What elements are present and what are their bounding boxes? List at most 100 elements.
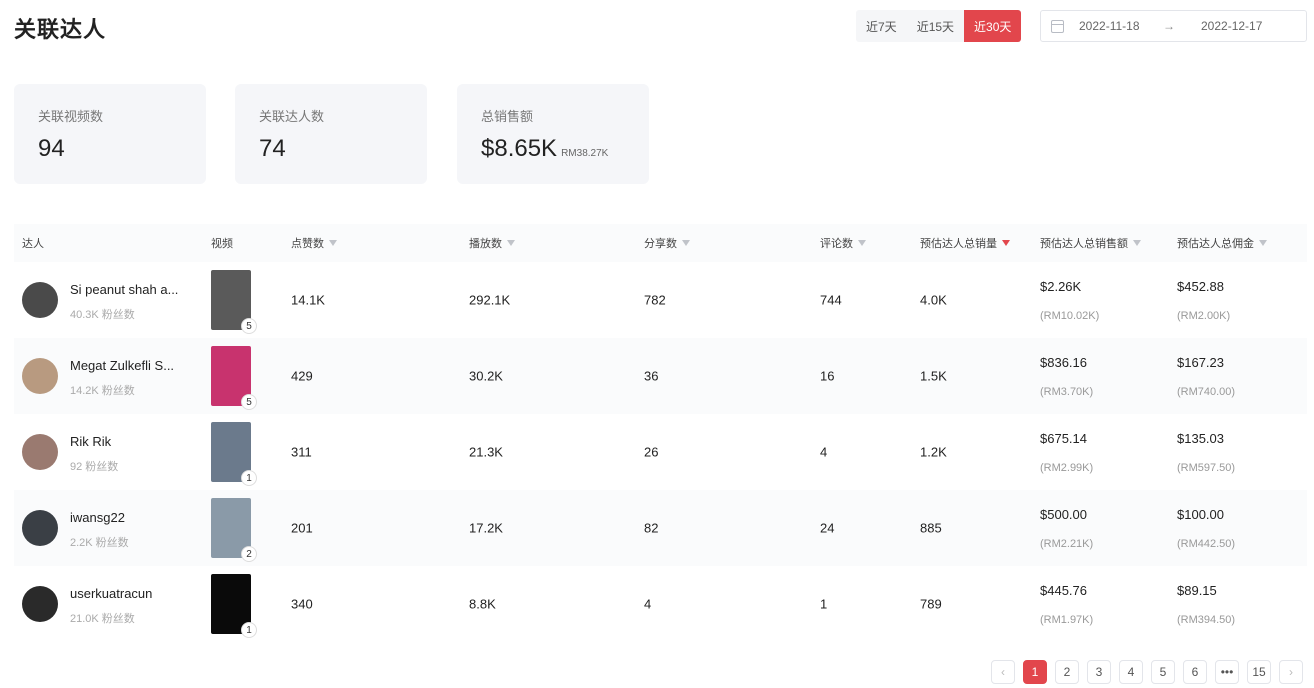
- date-start[interactable]: 2022-11-18: [1079, 19, 1163, 33]
- revenue-rm-value: (RM2.21K): [1040, 538, 1094, 550]
- prev-page-button[interactable]: ‹: [991, 660, 1015, 684]
- col-label: 预估达人总佣金: [1177, 238, 1254, 250]
- stat-value: $8.65K RM38.27K: [481, 135, 625, 163]
- video-thumbnail[interactable]: 1: [211, 422, 257, 486]
- sales-value: 1.2K: [920, 444, 947, 460]
- video-count-badge: 1: [241, 622, 257, 638]
- range-15d-button[interactable]: 近15天: [907, 10, 964, 42]
- table-row[interactable]: userkuatracun 21.0K 粉丝数 1 340 8.8K 4 1 789 $445.…: [14, 566, 1307, 642]
- stat-card-videos: 关联视频数 94: [14, 84, 206, 184]
- avatar[interactable]: [22, 586, 58, 622]
- shares-value: 82: [644, 520, 659, 536]
- date-end[interactable]: 2022-12-17: [1201, 19, 1285, 33]
- stat-value: 94: [38, 135, 65, 162]
- avatar[interactable]: [22, 434, 58, 470]
- revenue-rm-value: (RM3.70K): [1040, 386, 1094, 398]
- sales-value: 885: [920, 520, 942, 536]
- creator-name[interactable]: Rik Rik: [70, 434, 200, 449]
- col-likes[interactable]: 点赞数: [291, 235, 337, 251]
- likes-value: 311: [291, 444, 312, 460]
- creator-name[interactable]: Si peanut shah a...: [70, 282, 200, 297]
- next-page-button[interactable]: ›: [1279, 660, 1303, 684]
- stat-value-sub: RM38.27K: [561, 148, 609, 159]
- creator-fans: 92 粉丝数: [70, 461, 119, 473]
- stat-label: 关联视频数: [38, 109, 104, 124]
- page-6-button[interactable]: 6: [1183, 660, 1207, 684]
- sort-icon[interactable]: [507, 240, 515, 246]
- comments-value: 744: [820, 292, 842, 308]
- comments-value: 24: [820, 520, 835, 536]
- revenue-rm-value: (RM10.02K): [1040, 310, 1100, 322]
- stat-card-creators: 关联达人数 74: [235, 84, 427, 184]
- table-row[interactable]: iwansg22 2.2K 粉丝数 2 201 17.2K 82 24 885 $500.00 (…: [14, 490, 1307, 566]
- col-commission[interactable]: 预估达人总佣金: [1177, 235, 1267, 251]
- avatar[interactable]: [22, 358, 58, 394]
- shares-value: 4: [644, 596, 652, 612]
- table-header: 达人 视频 点赞数 播放数 分享数 评论数 预估达人总销量 预估达人总销售额 预…: [14, 224, 1307, 262]
- commission-value: $167.23: [1177, 355, 1224, 370]
- creator-table: 达人 视频 点赞数 播放数 分享数 评论数 预估达人总销量 预估达人总销售额 预…: [14, 224, 1307, 642]
- comments-value: 4: [820, 444, 828, 460]
- date-range-picker[interactable]: 2022-11-18 → 2022-12-17: [1040, 10, 1307, 42]
- creator-name[interactable]: Megat Zulkefli S...: [70, 358, 200, 373]
- comments-value: 16: [820, 368, 835, 384]
- video-thumbnail[interactable]: 5: [211, 346, 257, 410]
- revenue-value: $500.00: [1040, 507, 1087, 522]
- range-30d-button[interactable]: 近30天: [964, 10, 1022, 42]
- sort-desc-icon[interactable]: [1002, 240, 1010, 246]
- table-row[interactable]: Megat Zulkefli S... 14.2K 粉丝数 5 429 30.2K 36 1…: [14, 338, 1307, 414]
- revenue-rm-value: (RM1.97K): [1040, 614, 1094, 626]
- page-15-button[interactable]: 15: [1247, 660, 1271, 684]
- col-shares[interactable]: 分享数: [644, 235, 690, 251]
- col-creator: 达人: [22, 238, 44, 250]
- sort-icon[interactable]: [329, 240, 337, 246]
- col-comments[interactable]: 评论数: [820, 235, 866, 251]
- sales-value: 789: [920, 596, 942, 612]
- page-1-button[interactable]: 1: [1023, 660, 1047, 684]
- page-3-button[interactable]: 3: [1087, 660, 1111, 684]
- range-7d-button[interactable]: 近7天: [856, 10, 907, 42]
- commission-rm-value: (RM394.50): [1177, 614, 1236, 626]
- page-4-button[interactable]: 4: [1119, 660, 1143, 684]
- shares-value: 26: [644, 444, 659, 460]
- comments-value: 1: [820, 596, 828, 612]
- creator-fans: 21.0K 粉丝数: [70, 613, 135, 625]
- plays-value: 292.1K: [469, 292, 511, 308]
- sort-icon[interactable]: [858, 240, 866, 246]
- avatar[interactable]: [22, 510, 58, 546]
- creator-name[interactable]: iwansg22: [70, 510, 200, 525]
- col-sales[interactable]: 预估达人总销量: [920, 235, 1010, 251]
- plays-value: 21.3K: [469, 444, 503, 460]
- page-5-button[interactable]: 5: [1151, 660, 1175, 684]
- sort-icon[interactable]: [1259, 240, 1267, 246]
- sort-icon[interactable]: [682, 240, 690, 246]
- commission-value: $135.03: [1177, 431, 1224, 446]
- col-revenue[interactable]: 预估达人总销售额: [1040, 235, 1141, 251]
- revenue-value: $445.76: [1040, 583, 1087, 598]
- revenue-value: $836.16: [1040, 355, 1087, 370]
- page-2-button[interactable]: 2: [1055, 660, 1079, 684]
- commission-rm-value: (RM2.00K): [1177, 310, 1231, 322]
- plays-value: 30.2K: [469, 368, 503, 384]
- avatar[interactable]: [22, 282, 58, 318]
- creator-name[interactable]: userkuatracun: [70, 586, 200, 601]
- col-plays[interactable]: 播放数: [469, 235, 515, 251]
- video-thumbnail[interactable]: 1: [211, 574, 257, 638]
- video-thumbnail[interactable]: 5: [211, 270, 257, 334]
- table-row[interactable]: Si peanut shah a... 40.3K 粉丝数 5 14.1K 292.1K…: [14, 262, 1307, 338]
- sales-value: 1.5K: [920, 368, 947, 384]
- page-title: 关联达人: [14, 17, 107, 42]
- commission-rm-value: (RM740.00): [1177, 386, 1236, 398]
- sort-icon[interactable]: [1133, 240, 1141, 246]
- stat-card-sales: 总销售额 $8.65K RM38.27K: [457, 84, 649, 184]
- commission-rm-value: (RM442.50): [1177, 538, 1236, 550]
- video-count-badge: 1: [241, 470, 257, 486]
- shares-value: 36: [644, 368, 659, 384]
- table-row[interactable]: Rik Rik 92 粉丝数 1 311 21.3K 26 4 1.2K $675.14 (RM2…: [14, 414, 1307, 490]
- col-video: 视频: [211, 238, 233, 250]
- commission-value: $452.88: [1177, 279, 1224, 294]
- page-ellipsis[interactable]: •••: [1215, 660, 1239, 684]
- stat-label: 总销售额: [481, 109, 534, 124]
- video-thumbnail[interactable]: 2: [211, 498, 257, 562]
- sales-value: 4.0K: [920, 292, 947, 308]
